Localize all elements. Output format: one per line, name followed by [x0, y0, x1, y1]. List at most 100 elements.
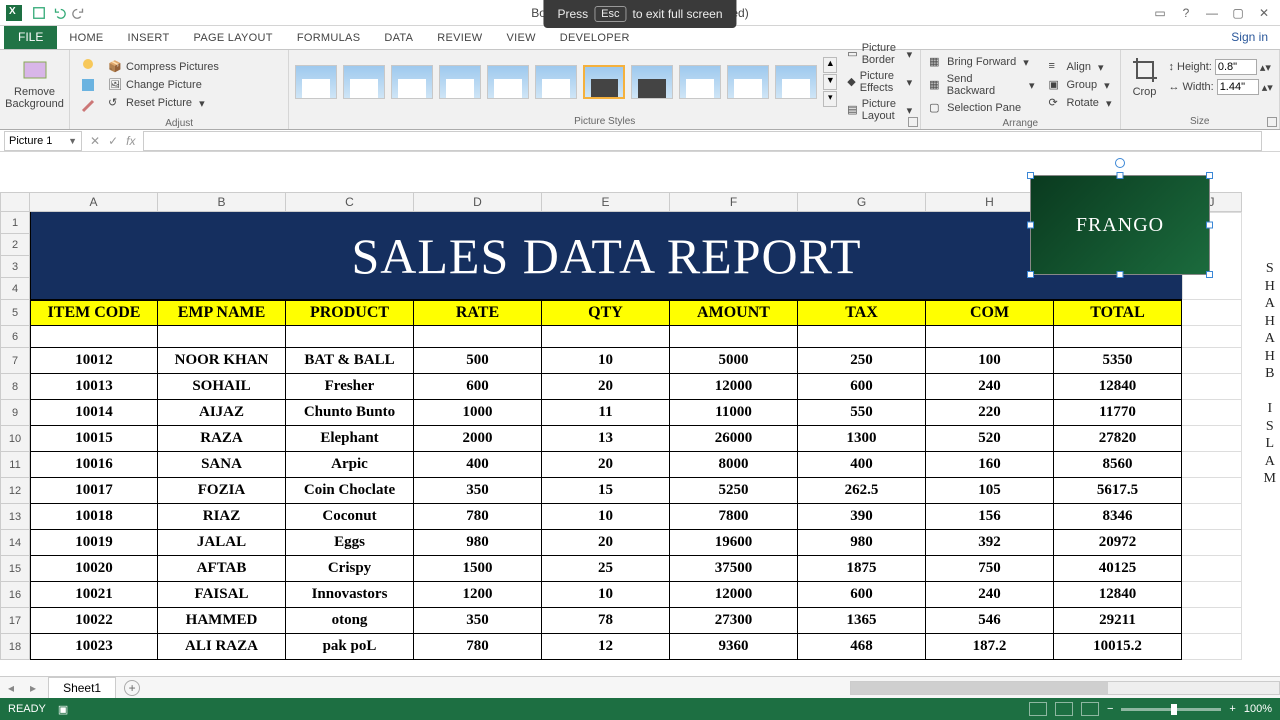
cell[interactable]: 7800	[670, 504, 798, 530]
cell[interactable]: 27300	[670, 608, 798, 634]
row-head[interactable]: 18	[0, 634, 30, 660]
cell[interactable]: 12000	[670, 374, 798, 400]
cell[interactable]: 37500	[670, 556, 798, 582]
cell[interactable]: 8560	[1054, 452, 1182, 478]
cell[interactable]: 5350	[1054, 348, 1182, 374]
cell[interactable]	[1182, 582, 1242, 608]
name-box-dropdown-icon[interactable]: ▼	[68, 136, 77, 146]
cell[interactable]: Crispy	[286, 556, 414, 582]
cell[interactable]: SANA	[158, 452, 286, 478]
resize-handle[interactable]	[1206, 222, 1213, 229]
cell[interactable]: 10012	[30, 348, 158, 374]
cell[interactable]: SOHAIL	[158, 374, 286, 400]
cell[interactable]: 1875	[798, 556, 926, 582]
cell[interactable]: 10017	[30, 478, 158, 504]
cell[interactable]: Arpic	[286, 452, 414, 478]
cell[interactable]: Eggs	[286, 530, 414, 556]
cell[interactable]	[158, 326, 286, 348]
help-icon[interactable]: ?	[1174, 4, 1198, 22]
cell[interactable]	[1182, 374, 1242, 400]
cell[interactable]: FOZIA	[158, 478, 286, 504]
cell[interactable]: 546	[926, 608, 1054, 634]
cell[interactable]: 10018	[30, 504, 158, 530]
sheet-tab[interactable]: Sheet1	[48, 677, 116, 698]
cell[interactable]: 12	[542, 634, 670, 660]
tab-insert[interactable]: INSERT	[116, 27, 182, 49]
cell[interactable]: 11	[542, 400, 670, 426]
width-spinner[interactable]: ↔ Width: ▴▾	[1169, 79, 1273, 95]
cell[interactable]: 240	[926, 582, 1054, 608]
qat-undo-icon[interactable]	[52, 6, 66, 20]
cell[interactable]: HAMMED	[158, 608, 286, 634]
cell[interactable]	[30, 326, 158, 348]
cell[interactable]: BAT & BALL	[286, 348, 414, 374]
style-thumb[interactable]	[535, 65, 577, 99]
width-input[interactable]	[1217, 79, 1259, 95]
table-header[interactable]: EMP NAME	[158, 300, 286, 326]
cell[interactable]	[1182, 348, 1242, 374]
cell[interactable]: 350	[414, 608, 542, 634]
zoom-out-icon[interactable]: −	[1107, 703, 1113, 715]
style-thumb[interactable]	[391, 65, 433, 99]
cell[interactable]: 13	[542, 426, 670, 452]
rotate-handle[interactable]	[1115, 158, 1125, 168]
qat-redo-icon[interactable]	[72, 6, 86, 20]
cell[interactable]: 392	[926, 530, 1054, 556]
qat-save-icon[interactable]	[32, 6, 46, 20]
macro-record-icon[interactable]: ▣	[58, 703, 68, 716]
rotate-button[interactable]: ⟳Rotate ▾	[1047, 95, 1114, 111]
tab-data[interactable]: DATA	[372, 27, 425, 49]
col-head[interactable]: D	[414, 192, 542, 212]
col-head[interactable]: E	[542, 192, 670, 212]
minimize-icon[interactable]: —	[1200, 4, 1224, 22]
table-header[interactable]: ITEM CODE	[30, 300, 158, 326]
cell[interactable]	[1182, 400, 1242, 426]
horizontal-scrollbar[interactable]	[850, 681, 1280, 695]
cell[interactable]	[1182, 608, 1242, 634]
row-head[interactable]: 2	[0, 234, 30, 256]
cell[interactable]	[670, 326, 798, 348]
cell[interactable]: Elephant	[286, 426, 414, 452]
size-dialog-launcher[interactable]	[1267, 117, 1277, 127]
cell[interactable]	[1182, 556, 1242, 582]
cell[interactable]: 10022	[30, 608, 158, 634]
zoom-in-icon[interactable]: +	[1229, 703, 1235, 715]
cell[interactable]: 8346	[1054, 504, 1182, 530]
cell[interactable]: AFTAB	[158, 556, 286, 582]
cell[interactable]	[286, 326, 414, 348]
change-picture-button[interactable]: 🖼Change Picture	[106, 77, 221, 93]
row-head[interactable]: 12	[0, 478, 30, 504]
cell[interactable]: 2000	[414, 426, 542, 452]
tab-developer[interactable]: DEVELOPER	[548, 27, 642, 49]
cell[interactable]	[1182, 326, 1242, 348]
picture-border-button[interactable]: ▭Picture Border ▾	[845, 41, 914, 67]
row-head[interactable]: 8	[0, 374, 30, 400]
add-sheet-button[interactable]: +	[124, 680, 140, 696]
row-head[interactable]: 15	[0, 556, 30, 582]
artistic-effects-button[interactable]	[76, 96, 100, 116]
height-spinner[interactable]: ↕ Height: ▴▾	[1169, 59, 1273, 75]
style-thumb[interactable]	[631, 65, 673, 99]
row-head[interactable]: 6	[0, 326, 30, 348]
cell[interactable]: 600	[798, 374, 926, 400]
compress-pictures-button[interactable]: 📦Compress Pictures	[106, 59, 221, 75]
cell[interactable]: 600	[798, 582, 926, 608]
cell[interactable]: 10014	[30, 400, 158, 426]
tab-review[interactable]: REVIEW	[425, 27, 494, 49]
style-thumb[interactable]	[439, 65, 481, 99]
cell[interactable]: 20	[542, 452, 670, 478]
row-head[interactable]: 9	[0, 400, 30, 426]
cell[interactable]: 1365	[798, 608, 926, 634]
cell[interactable]: 160	[926, 452, 1054, 478]
zoom-level[interactable]: 100%	[1244, 703, 1272, 715]
col-head[interactable]: F	[670, 192, 798, 212]
resize-handle[interactable]	[1027, 172, 1034, 179]
table-header[interactable]: TOTAL	[1054, 300, 1182, 326]
cell[interactable]: 1500	[414, 556, 542, 582]
cell[interactable]: 350	[414, 478, 542, 504]
style-thumb[interactable]	[775, 65, 817, 99]
cell[interactable]: 20972	[1054, 530, 1182, 556]
cell[interactable]: 250	[798, 348, 926, 374]
style-thumb[interactable]	[295, 65, 337, 99]
formula-input[interactable]	[143, 131, 1262, 151]
